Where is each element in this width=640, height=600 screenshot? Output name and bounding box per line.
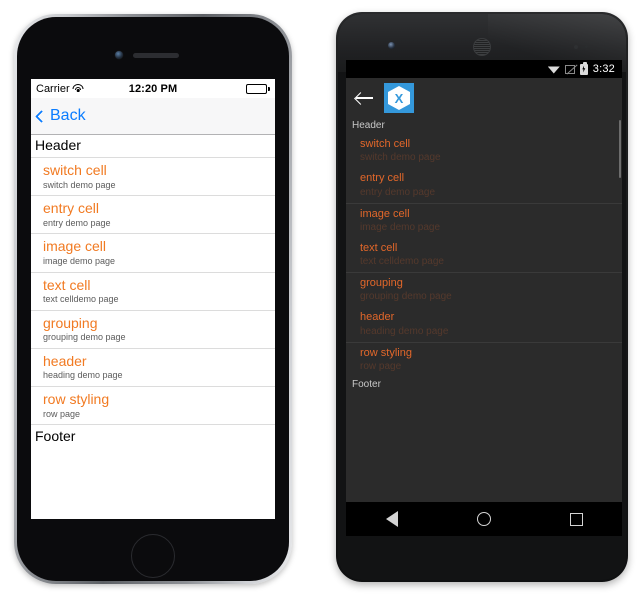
- android-body: 3:32 X Header switch cell switch demo pag…: [338, 14, 626, 580]
- no-signal-icon: [564, 64, 575, 74]
- list-item-title: entry cell: [43, 200, 100, 217]
- list-item-title: text cell: [43, 276, 91, 293]
- home-button[interactable]: [131, 534, 175, 578]
- earpiece-speaker-icon: [133, 53, 179, 58]
- list-item[interactable]: grouping grouping demo page: [31, 310, 275, 349]
- list-item[interactable]: grouping grouping demo page: [346, 273, 622, 308]
- front-camera-icon: [388, 42, 395, 49]
- list-item-detail: grouping demo page: [360, 291, 452, 303]
- iphone-device: Carrier 12:20 PM Back Header switch cell…: [14, 14, 292, 584]
- list-item[interactable]: switch cell switch demo page: [31, 158, 275, 197]
- list-item-detail: entry demo page: [360, 186, 436, 198]
- list-header: Header: [346, 118, 622, 134]
- list-item[interactable]: entry cell entry demo page: [31, 196, 275, 235]
- list-item-title: image cell: [360, 207, 410, 220]
- list-item-detail: text celldemo page: [360, 256, 444, 268]
- list-item-detail: entry demo page: [43, 217, 111, 228]
- list-header: Header: [31, 135, 275, 157]
- list-item[interactable]: row styling row page: [31, 387, 275, 426]
- list-item-title: header: [360, 311, 395, 324]
- scrollbar-thumb[interactable]: [619, 120, 621, 178]
- android-clock: 3:32: [592, 63, 615, 75]
- list-item-title: entry cell: [360, 172, 405, 185]
- list-item[interactable]: entry cell entry demo page: [346, 168, 622, 203]
- ios-navigation-bar: Back: [31, 98, 275, 135]
- wifi-icon: [547, 66, 560, 74]
- list-item[interactable]: row styling row page: [346, 342, 622, 378]
- list-item-detail: grouping demo page: [43, 332, 126, 343]
- nav-recents-icon[interactable]: [569, 512, 583, 526]
- android-navigation-bar: [346, 502, 622, 536]
- android-toolbar: X: [346, 78, 622, 118]
- back-arrow-icon[interactable]: [356, 91, 374, 105]
- list-item-detail: heading demo page: [360, 325, 449, 337]
- list-item-detail: switch demo page: [43, 179, 116, 190]
- battery-charging-icon: [579, 61, 588, 75]
- list-item-title: switch cell: [360, 138, 411, 150]
- list-item[interactable]: text cell text celldemo page: [31, 272, 275, 311]
- list-item-detail: row page: [360, 361, 402, 373]
- ios-clock: 12:20 PM: [128, 82, 178, 95]
- list-item-title: row styling: [360, 346, 412, 359]
- list-item-title: text cell: [360, 241, 398, 254]
- ios-list-view[interactable]: Header switch cell switch demo page entry …: [31, 135, 275, 449]
- list-item[interactable]: image cell image demo page: [31, 234, 275, 273]
- ios-list-rows[interactable]: switch cell switch demo page entry cell ent…: [31, 157, 275, 426]
- list-item-detail: row page: [43, 408, 81, 419]
- chevron-left-icon: [35, 109, 48, 123]
- list-item[interactable]: text cell text celldemo page: [346, 237, 622, 273]
- iphone-body: Carrier 12:20 PM Back Header switch cell…: [17, 17, 289, 581]
- list-item-title: grouping: [360, 277, 403, 290]
- list-item-title: switch cell: [43, 162, 107, 178]
- nav-back-icon[interactable]: [385, 511, 398, 527]
- xamarin-logo-icon: X: [384, 83, 414, 113]
- list-footer: Footer: [346, 377, 622, 394]
- android-device: 3:32 X Header switch cell switch demo pag…: [336, 12, 628, 582]
- list-item-title: header: [43, 352, 87, 369]
- nav-home-icon[interactable]: [476, 512, 491, 526]
- dual-device-screenshot: Carrier 12:20 PM Back Header switch cell…: [0, 0, 640, 600]
- list-item-detail: image demo page: [360, 221, 441, 233]
- ios-status-bar: Carrier 12:20 PM: [31, 79, 275, 98]
- list-item-detail: switch demo page: [360, 152, 441, 164]
- iphone-screen: Carrier 12:20 PM Back Header switch cell…: [31, 79, 275, 519]
- android-list-view[interactable]: Header switch cell switch demo page entry …: [346, 118, 622, 536]
- list-item[interactable]: image cell image demo page: [346, 203, 622, 238]
- earpiece-speaker-icon: [473, 38, 491, 56]
- list-item-title: image cell: [43, 238, 107, 255]
- light-sensor-icon: [585, 45, 588, 48]
- android-status-bar: 3:32: [346, 60, 622, 78]
- list-footer: Footer: [31, 425, 275, 449]
- back-button-label: Back: [50, 107, 86, 124]
- list-item[interactable]: header heading demo page: [346, 307, 622, 342]
- list-item-detail: image demo page: [43, 255, 116, 266]
- xamarin-logo-letter: X: [394, 90, 404, 106]
- list-item-detail: text celldemo page: [43, 294, 119, 305]
- android-screen: 3:32 X Header switch cell switch demo pag…: [346, 60, 622, 536]
- back-button[interactable]: Back: [35, 107, 86, 125]
- list-item-title: row styling: [43, 391, 110, 408]
- list-item[interactable]: switch cell switch demo page: [346, 134, 622, 169]
- list-item-detail: heading demo page: [43, 370, 123, 381]
- proximity-sensor-icon: [574, 45, 578, 49]
- android-list-rows[interactable]: switch cell switch demo page entry cell ent…: [346, 134, 622, 378]
- list-item[interactable]: header heading demo page: [31, 348, 275, 388]
- front-camera-icon: [115, 51, 123, 59]
- list-item-title: grouping: [43, 314, 98, 331]
